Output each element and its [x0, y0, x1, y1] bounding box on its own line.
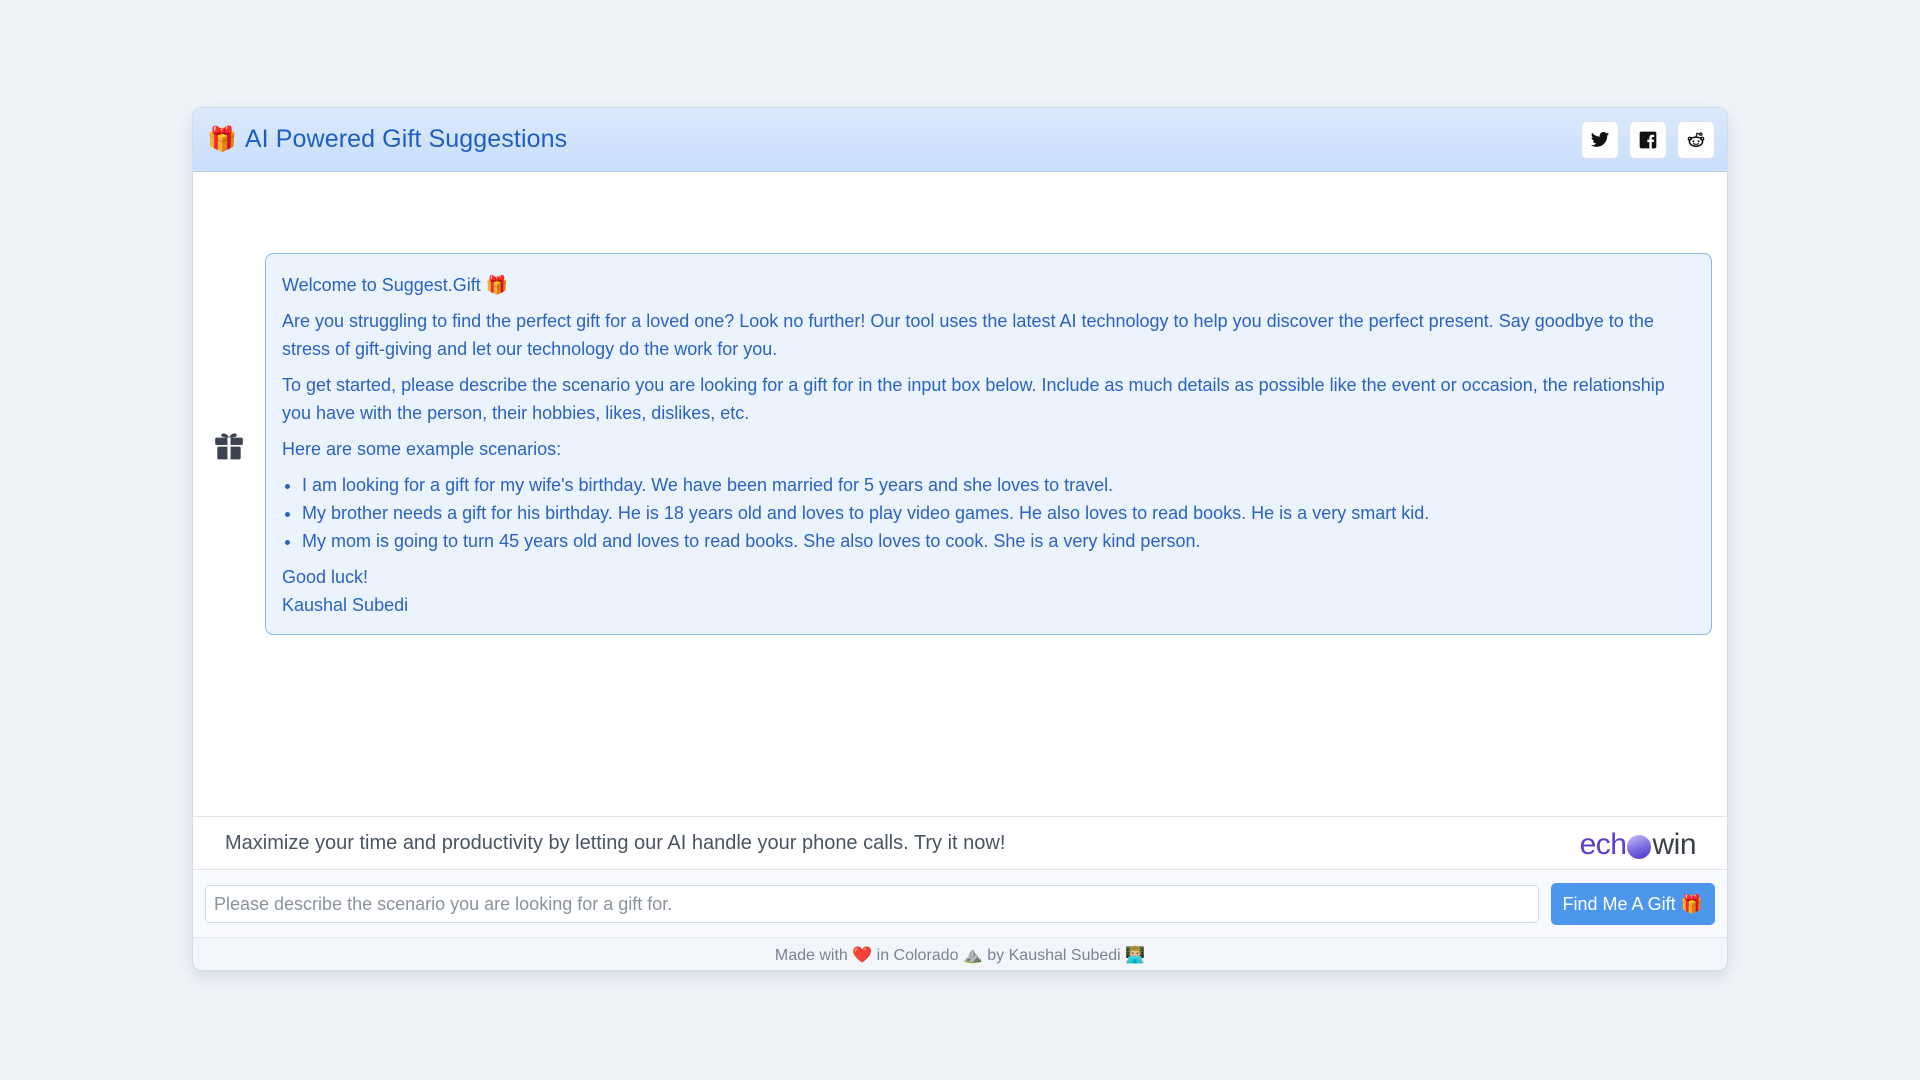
title-gift-icon: 🎁	[207, 125, 237, 153]
twitter-share-button[interactable]	[1581, 121, 1619, 159]
twitter-icon	[1590, 132, 1610, 147]
logo-o-icon	[1627, 835, 1652, 859]
list-item: My mom is going to turn 45 years old and…	[302, 527, 1695, 555]
closing-text: Good luck!	[282, 567, 369, 587]
social-share-buttons	[1581, 121, 1715, 159]
list-item: My brother needs a gift for his birthday…	[302, 499, 1695, 527]
page-title: AI Powered Gift Suggestions	[244, 125, 568, 153]
examples-intro: Here are some example scenarios:	[282, 439, 562, 459]
promo-banner[interactable]: Maximize your time and productivity by l…	[193, 816, 1727, 870]
app-header: 🎁 AI Powered Gift Suggestions	[193, 108, 1727, 172]
instructions-paragraph: To get started, please describe the scen…	[282, 375, 1665, 423]
examples-list: I am looking for a gift for my wife's bi…	[302, 471, 1695, 555]
echowin-logo[interactable]: ech win	[1579, 828, 1697, 862]
footer: Made with ❤️ in Colorado ⛰️ by Kaushal S…	[193, 937, 1727, 970]
intro-paragraph: Are you struggling to find the perfect g…	[282, 311, 1654, 359]
chat-area: Welcome to Suggest.Gift 🎁 Are you strugg…	[193, 173, 1727, 923]
logo-suffix: win	[1652, 828, 1696, 861]
reddit-icon	[1687, 132, 1705, 147]
find-gift-button[interactable]: Find Me A Gift 🎁	[1550, 883, 1715, 925]
gift-icon	[212, 428, 246, 462]
promo-text[interactable]: Maximize your time and productivity by l…	[225, 832, 1005, 855]
input-row: Find Me A Gift 🎁	[193, 871, 1727, 937]
scenario-input[interactable]	[205, 885, 1539, 923]
reddit-share-button[interactable]	[1677, 121, 1715, 159]
logo-prefix: ech	[1579, 828, 1627, 861]
app-card: 🎁 AI Powered Gift Suggestions Welcome to…	[192, 107, 1728, 971]
list-item: I am looking for a gift for my wife's bi…	[302, 471, 1695, 499]
signature: Kaushal Subedi	[282, 595, 409, 615]
facebook-share-button[interactable]	[1629, 121, 1667, 159]
welcome-heading: Welcome to Suggest.Gift 🎁	[282, 275, 509, 295]
welcome-message: Welcome to Suggest.Gift 🎁 Are you strugg…	[265, 253, 1712, 635]
facebook-icon	[1639, 131, 1657, 149]
